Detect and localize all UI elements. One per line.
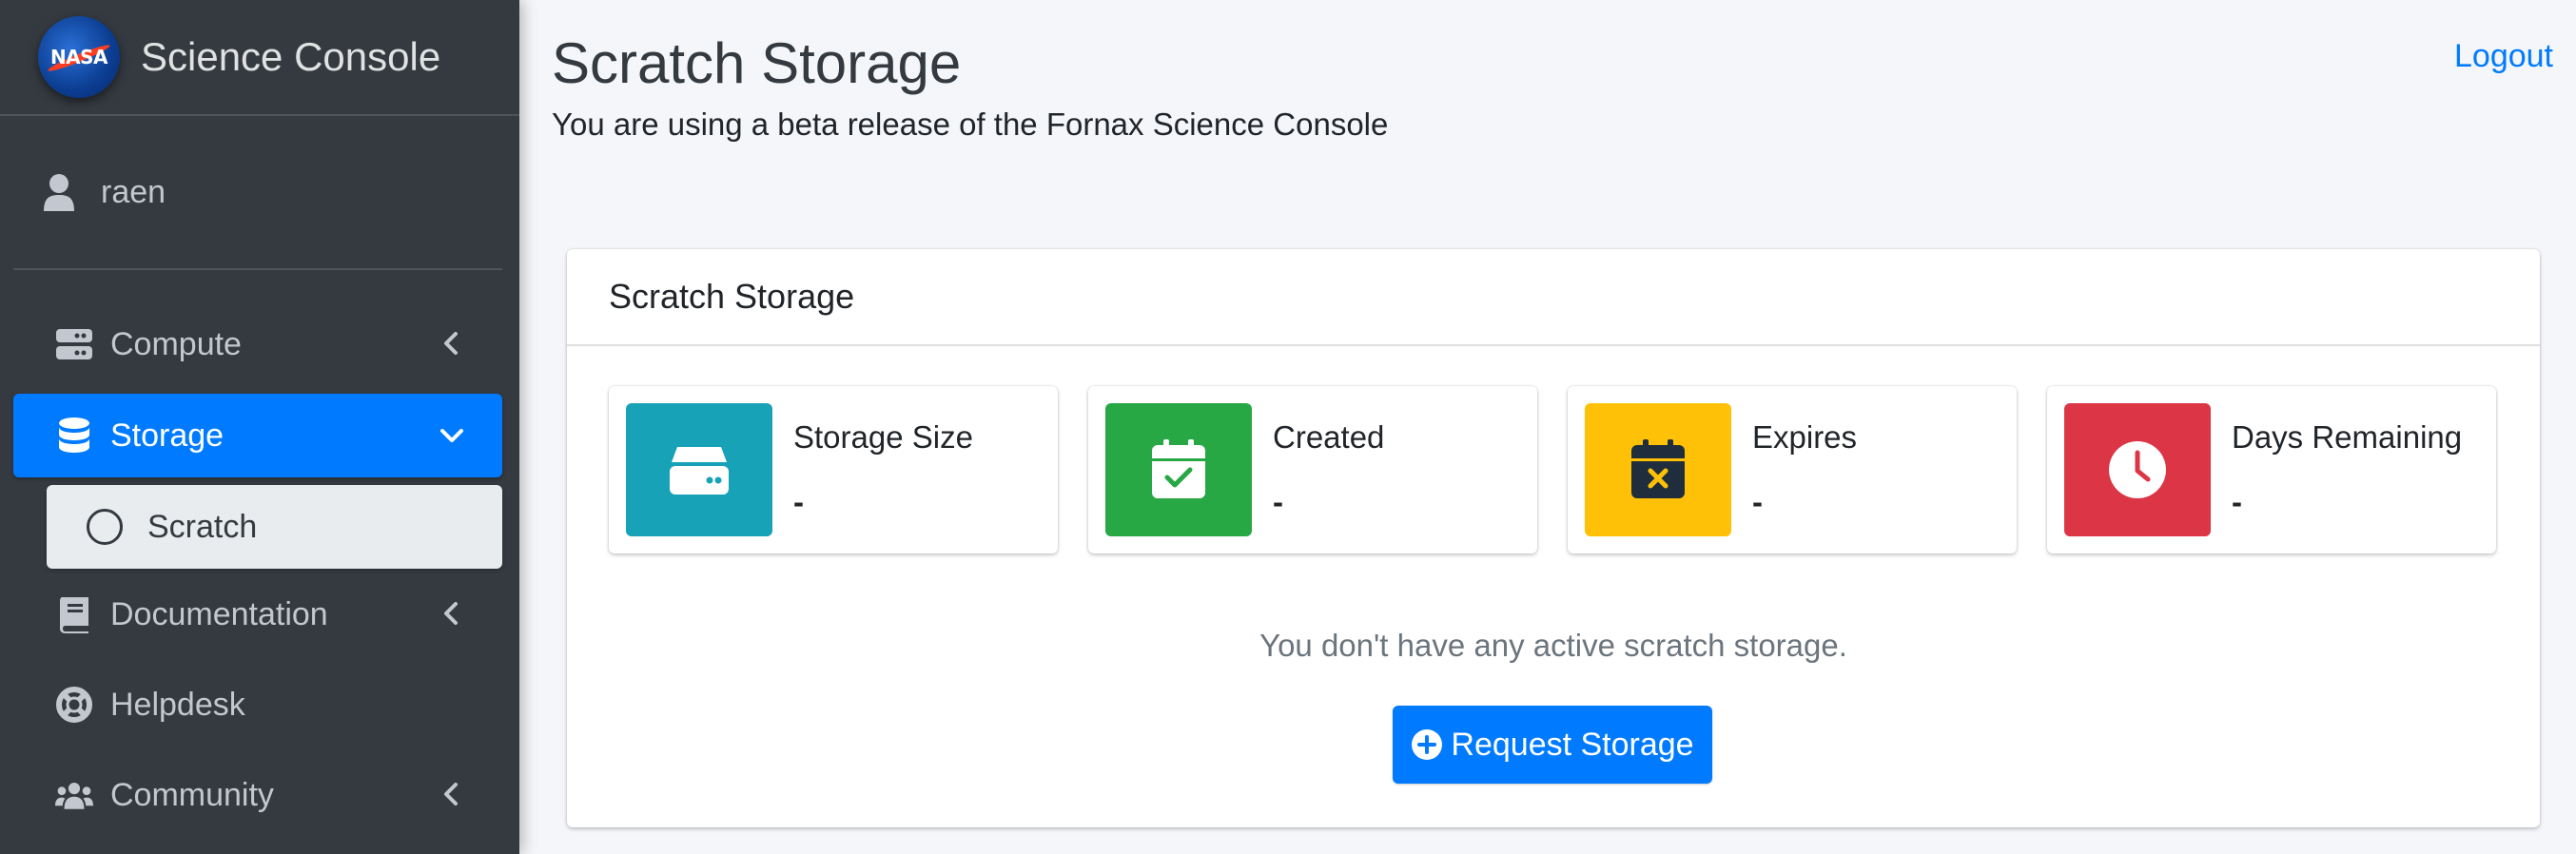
info-box-value: -: [2232, 484, 2242, 519]
circle-icon: [87, 509, 123, 545]
info-box-storage-size: Storage Size -: [609, 386, 1058, 553]
info-box-label: Days Remaining: [2232, 419, 2463, 455]
user-icon: [44, 174, 74, 211]
brand-text: Science Console: [141, 34, 441, 79]
info-box-expires: Expires -: [1568, 386, 2017, 553]
request-storage-button[interactable]: Request Storage: [1393, 706, 1712, 784]
logout-link[interactable]: Logout: [2454, 38, 2553, 75]
life-ring-icon: [55, 686, 93, 724]
book-icon: [55, 595, 93, 633]
beta-notice: You are using a beta release of the Forn…: [552, 107, 1389, 142]
scratch-storage-card: Scratch Storage Storage Size - Created -…: [567, 249, 2540, 827]
users-icon: [55, 776, 93, 814]
user-name: raen: [101, 173, 166, 210]
hard-drive-icon: [626, 403, 772, 536]
calendar-x-icon: [1585, 403, 1731, 536]
plus-circle-icon: [1412, 729, 1443, 760]
sidebar-item-label: Helpdesk: [110, 686, 245, 723]
info-box-created: Created -: [1088, 386, 1537, 553]
page-title: Scratch Storage: [552, 31, 962, 95]
sidebar-item-helpdesk[interactable]: Helpdesk: [13, 663, 502, 747]
info-box-value: -: [1752, 484, 1763, 519]
database-icon: [55, 417, 93, 455]
info-box-label: Storage Size: [793, 419, 973, 455]
request-storage-label: Request Storage: [1451, 726, 1694, 763]
chevron-down-icon: [440, 429, 463, 442]
info-box-days-remaining: Days Remaining -: [2047, 386, 2496, 553]
nasa-logo: NASA: [38, 16, 120, 98]
sidebar: NASA Science Console raen Compute Storag…: [0, 0, 519, 854]
card-title: Scratch Storage: [567, 249, 2540, 346]
calendar-check-icon: [1105, 403, 1252, 536]
sidebar-item-label: Documentation: [110, 595, 328, 632]
sidebar-item-label: Storage: [110, 417, 224, 454]
empty-state-message: You don't have any active scratch storag…: [1259, 628, 1847, 663]
sidebar-item-community[interactable]: Community: [13, 753, 502, 837]
server-icon: [55, 325, 93, 363]
sidebar-item-storage[interactable]: Storage: [13, 394, 502, 477]
clock-icon: [2064, 403, 2211, 536]
sidebar-item-documentation[interactable]: Documentation: [13, 573, 502, 656]
sidebar-item-label: Compute: [110, 325, 242, 362]
info-box-label: Expires: [1752, 419, 1858, 455]
info-box-value: -: [1273, 484, 1283, 519]
user-panel[interactable]: raen: [13, 116, 502, 270]
chevron-left-icon: [444, 602, 458, 625]
sidebar-item-compute[interactable]: Compute: [13, 302, 502, 386]
brand-link[interactable]: NASA Science Console: [0, 0, 519, 116]
info-box-value: -: [793, 484, 804, 519]
chevron-left-icon: [444, 332, 458, 355]
sidebar-subitem-scratch[interactable]: Scratch: [47, 485, 502, 569]
sidebar-item-label: Community: [110, 776, 274, 813]
sidebar-subitem-label: Scratch: [147, 508, 258, 545]
info-box-label: Created: [1273, 419, 1385, 455]
chevron-left-icon: [444, 783, 458, 805]
